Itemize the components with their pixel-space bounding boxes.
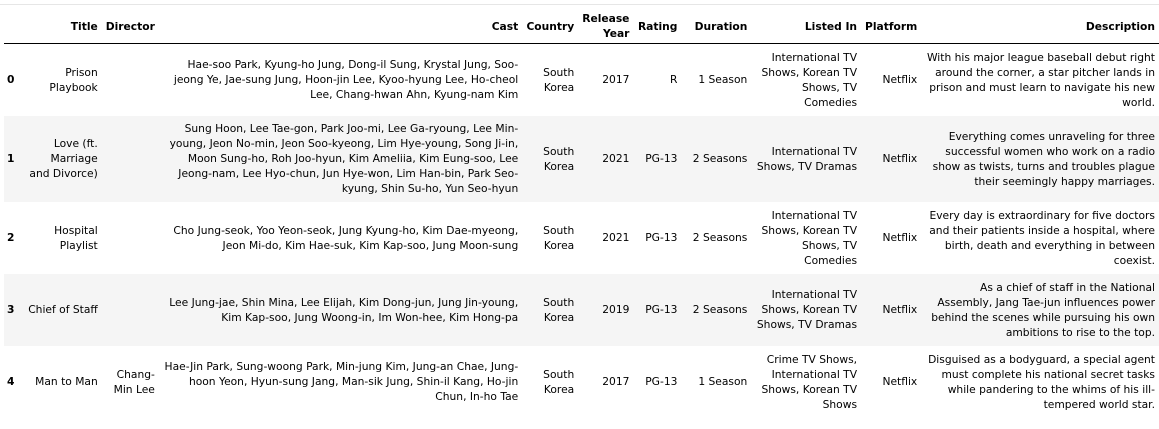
cell-rating: PG-13 bbox=[633, 345, 682, 418]
dataframe-table: Title Director Cast Country Release Year… bbox=[4, 9, 1159, 418]
cell-cast: Sung Hoon, Lee Tae-gon, Park Joo-mi, Lee… bbox=[158, 115, 523, 202]
cell-director bbox=[101, 43, 159, 116]
cell-rating: PG-13 bbox=[633, 115, 682, 202]
column-header-listed-in: Listed In bbox=[751, 9, 862, 44]
cell-director bbox=[101, 273, 159, 346]
cell-title: Prison Playbook bbox=[23, 43, 102, 116]
column-header-description: Description bbox=[921, 9, 1159, 44]
cell-director: Chang-Min Lee bbox=[101, 345, 159, 418]
cell-cast: Hae-Jin Park, Sung-woong Park, Min-jung … bbox=[158, 345, 523, 418]
cell-director bbox=[101, 201, 159, 274]
cell-platform: Netflix bbox=[861, 345, 922, 418]
cell-country: South Korea bbox=[522, 345, 579, 418]
cell-rating: R bbox=[633, 43, 682, 116]
cell-title: Hospital Playlist bbox=[23, 201, 102, 274]
cell-duration: 2 Seasons bbox=[681, 115, 752, 202]
cell-country: South Korea bbox=[522, 273, 579, 346]
table-row: 3 Chief of Staff Lee Jung-jae, Shin Mina… bbox=[4, 273, 1159, 346]
cell-platform: Netflix bbox=[861, 115, 922, 202]
table-row: 2 Hospital Playlist Cho Jung-seok, Yoo Y… bbox=[4, 201, 1159, 274]
cell-title: Man to Man bbox=[23, 345, 102, 418]
cell-listed-in: International TV Shows, Korean TV Shows,… bbox=[751, 43, 862, 116]
release-year-header-line-1: Release bbox=[582, 12, 630, 25]
cell-cast: Hae-soo Park, Kyung-ho Jung, Dong-il Sun… bbox=[158, 43, 523, 116]
column-header-rating: Rating bbox=[633, 9, 682, 44]
cell-listed-in: International TV Shows, Korean TV Shows,… bbox=[751, 201, 862, 274]
row-index: 3 bbox=[4, 273, 24, 346]
cell-listed-in: International TV Shows, Korean TV Shows,… bbox=[751, 273, 862, 346]
cell-description: With his major league baseball debut rig… bbox=[921, 43, 1159, 116]
cell-cast: Cho Jung-seok, Yoo Yeon-seok, Jung Kyung… bbox=[158, 201, 523, 274]
cell-duration: 2 Seasons bbox=[681, 273, 752, 346]
column-header-cast: Cast bbox=[158, 9, 523, 44]
table-row: 4 Man to Man Chang-Min Lee Hae-Jin Park,… bbox=[4, 345, 1159, 418]
cell-release-year: 2019 bbox=[578, 273, 634, 346]
header-row: Title Director Cast Country Release Year… bbox=[4, 9, 1159, 44]
cell-duration: 1 Season bbox=[681, 345, 752, 418]
column-header-duration: Duration bbox=[681, 9, 752, 44]
cell-description: Everything comes unraveling for three su… bbox=[921, 115, 1159, 202]
cell-rating: PG-13 bbox=[633, 273, 682, 346]
row-index: 4 bbox=[4, 345, 24, 418]
table-row: 0 Prison Playbook Hae-soo Park, Kyung-ho… bbox=[4, 43, 1159, 116]
table-row: 1 Love (ft. Marriage and Divorce) Sung H… bbox=[4, 115, 1159, 202]
column-header-country: Country bbox=[522, 9, 579, 44]
index-header bbox=[4, 9, 24, 44]
cell-platform: Netflix bbox=[861, 43, 922, 116]
cell-country: South Korea bbox=[522, 115, 579, 202]
row-index: 0 bbox=[4, 43, 24, 116]
cell-title: Chief of Staff bbox=[23, 273, 102, 346]
release-year-header-line-2: Year bbox=[602, 27, 630, 40]
row-index: 1 bbox=[4, 115, 24, 202]
cell-listed-in: International TV Shows, TV Dramas bbox=[751, 115, 862, 202]
column-header-title: Title bbox=[23, 9, 102, 44]
cell-cast: Lee Jung-jae, Shin Mina, Lee Elijah, Kim… bbox=[158, 273, 523, 346]
cell-duration: 2 Seasons bbox=[681, 201, 752, 274]
column-header-director: Director bbox=[101, 9, 159, 44]
cell-country: South Korea bbox=[522, 43, 579, 116]
column-header-release-year: Release Year bbox=[578, 9, 634, 44]
cell-output-top-border bbox=[0, 0, 1159, 5]
column-header-platform: Platform bbox=[861, 9, 922, 44]
row-index: 2 bbox=[4, 201, 24, 274]
cell-platform: Netflix bbox=[861, 201, 922, 274]
cell-platform: Netflix bbox=[861, 273, 922, 346]
cell-rating: PG-13 bbox=[633, 201, 682, 274]
cell-release-year: 2017 bbox=[578, 43, 634, 116]
cell-release-year: 2021 bbox=[578, 115, 634, 202]
cell-release-year: 2017 bbox=[578, 345, 634, 418]
cell-country: South Korea bbox=[522, 201, 579, 274]
cell-listed-in: Crime TV Shows, International TV Shows, … bbox=[751, 345, 862, 418]
cell-description: Every day is extraordinary for five doct… bbox=[921, 201, 1159, 274]
cell-duration: 1 Season bbox=[681, 43, 752, 116]
cell-director bbox=[101, 115, 159, 202]
cell-release-year: 2021 bbox=[578, 201, 634, 274]
cell-description: As a chief of staff in the National Asse… bbox=[921, 273, 1159, 346]
cell-description: Disguised as a bodyguard, a special agen… bbox=[921, 345, 1159, 418]
cell-title: Love (ft. Marriage and Divorce) bbox=[23, 115, 102, 202]
